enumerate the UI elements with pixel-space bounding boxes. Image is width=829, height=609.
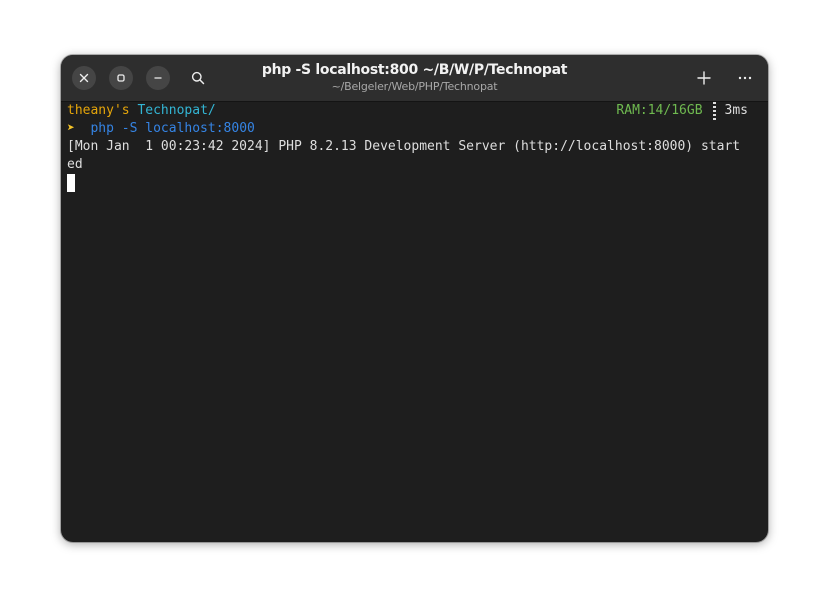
terminal-area[interactable]: theany's Technopat/ RAM:14/16GB 3ms ➤ php… [61, 102, 768, 542]
menu-icon [738, 76, 752, 80]
command-line: ➤ php -S localhost:8000 [67, 120, 255, 138]
terminal-window: php -S localhost:800 ~/B/W/P/Technopat ~… [61, 55, 768, 542]
prompt-arrow-icon: ➤ [67, 121, 75, 136]
command-text: php -S localhost:8000 [90, 121, 255, 136]
maximize-icon [117, 74, 125, 82]
close-icon [79, 73, 89, 83]
minimize-button[interactable] [146, 66, 170, 90]
new-tab-button[interactable] [692, 66, 716, 90]
ram-indicator: RAM:14/16GB [616, 103, 703, 118]
right-prompt: RAM:14/16GB 3ms [616, 102, 748, 120]
close-button[interactable] [72, 66, 96, 90]
minimize-icon [154, 77, 162, 79]
menu-button[interactable] [733, 66, 757, 90]
command-duration: 3ms [724, 103, 748, 118]
headerbar: php -S localhost:800 ~/B/W/P/Technopat ~… [61, 55, 768, 102]
prompt-user: theany's [67, 103, 130, 118]
maximize-button[interactable] [109, 66, 133, 90]
text-cursor [67, 174, 75, 192]
separator-dots [712, 102, 716, 120]
window-title: php -S localhost:800 ~/B/W/P/Technopat [261, 62, 568, 78]
window-subtitle: ~/Belgeler/Web/PHP/Technopat [331, 80, 498, 93]
prompt-line: theany's Technopat/ [67, 102, 216, 120]
new-tab-icon [697, 71, 711, 85]
title-area: php -S localhost:800 ~/B/W/P/Technopat ~… [181, 61, 648, 94]
output-line-wrap: ed [67, 157, 83, 172]
prompt-directory: Technopat/ [137, 103, 216, 118]
output-line: [Mon Jan 1 00:23:42 2024] PHP 8.2.13 Dev… [67, 139, 741, 154]
